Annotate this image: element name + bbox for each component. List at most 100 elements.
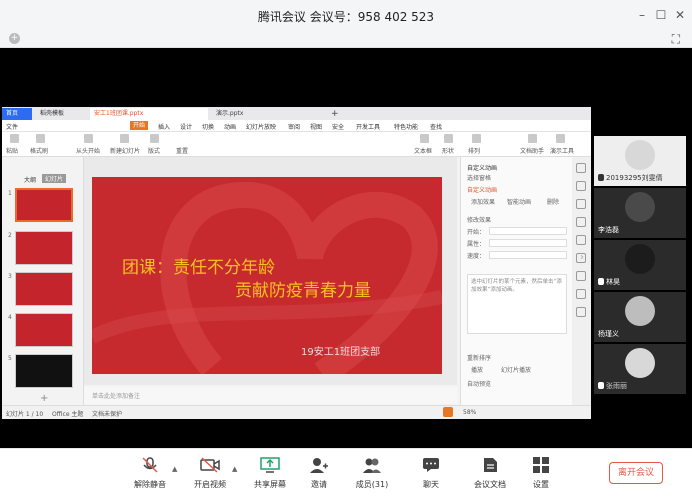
chat-button[interactable]: 聊天 [404, 457, 458, 497]
paste-icon[interactable] [10, 134, 19, 143]
tab-home[interactable]: 首页 [2, 108, 32, 120]
menu-security[interactable]: 安全 [332, 122, 344, 131]
select-pane-link[interactable]: 选择窗格 [467, 173, 491, 182]
menu-design[interactable]: 设计 [180, 122, 192, 131]
property-select[interactable] [489, 239, 567, 247]
menu-transition[interactable]: 切换 [202, 122, 214, 131]
maximize-button[interactable]: ☐ [653, 7, 669, 23]
ribbon-arrange[interactable]: 排列 [468, 146, 480, 155]
custom-anim-title: 自定义动画 [467, 187, 498, 194]
participant-list: 20193295刘雯倩 李浩磊 林昊 杨瑾义 张雨丽 [594, 136, 686, 396]
settings-button[interactable]: 设置 [514, 457, 568, 497]
tab-docer[interactable]: 稻壳模板 [36, 108, 86, 120]
play-slideshow-icon[interactable] [443, 407, 453, 417]
unmute-button[interactable]: 解除静音 [123, 457, 177, 497]
start-label: 开始： [467, 229, 486, 236]
ribbon-reset[interactable]: 重置 [176, 146, 188, 155]
ribbon-paste[interactable]: 粘贴 [6, 146, 18, 155]
notes-area[interactable]: 单击此处添加备注 [84, 387, 457, 404]
ribbon-presentation-tools[interactable]: 演示工具 [550, 146, 574, 155]
shared-wps-window: 首页 稻壳模板 安工1班团课.pptx 演示.pptx + 文件 开始 插入 设… [2, 107, 591, 419]
slide-thumb-4[interactable] [15, 313, 73, 347]
zoom-level[interactable]: 58% [463, 409, 476, 416]
start-select[interactable] [489, 227, 567, 235]
menu-devtools[interactable]: 开发工具 [356, 122, 380, 131]
style-icon[interactable] [576, 181, 586, 191]
slide-thumb-3[interactable] [15, 272, 73, 306]
menu-slideshow[interactable]: 幻灯片放映 [246, 122, 276, 131]
property-icon[interactable] [576, 163, 586, 173]
invite-button[interactable]: 邀请 [292, 457, 346, 497]
start-video-button[interactable]: 开启视频 [183, 457, 237, 497]
slide-thumb-1[interactable] [15, 188, 73, 222]
menu-insert[interactable]: 插入 [158, 122, 170, 131]
close-button[interactable]: ✕ [672, 7, 688, 23]
presentation-tools-icon[interactable] [556, 134, 565, 143]
participant-card[interactable]: 杨瑾义 [594, 292, 686, 342]
transition-icon[interactable] [576, 217, 586, 227]
autopreview-checkbox[interactable]: 自动预览 [467, 379, 491, 388]
ribbon-textbox[interactable]: 文本框 [414, 146, 432, 155]
anim-hint-box: 选中幻灯片的某个元素，然后单击“添加效果”添加动画。 [467, 274, 567, 334]
ribbon-format-painter[interactable]: 格式刷 [30, 146, 48, 155]
menu-home[interactable]: 开始 [130, 121, 149, 130]
current-slide[interactable]: 团课：责任不分年龄 贡献防疫青春力量 19安工1班团支部 [92, 177, 442, 374]
unmute-label: 解除静音 [134, 480, 166, 489]
participant-card[interactable]: 李浩磊 [594, 188, 686, 238]
participant-card[interactable]: 20193295刘雯倩 [594, 136, 686, 186]
slide-thumb-5[interactable] [15, 354, 73, 388]
menu-animation[interactable]: 动画 [224, 122, 236, 131]
leave-meeting-button[interactable]: 离开会议 [609, 462, 663, 484]
members-button[interactable]: 成员(31) [345, 457, 399, 497]
ribbon-play-from-start[interactable]: 从头开始 [76, 146, 100, 155]
arrange-icon[interactable] [472, 134, 481, 143]
menu-view[interactable]: 视图 [310, 122, 322, 131]
menu-features[interactable]: 特色功能 [394, 122, 418, 131]
textbox-icon[interactable] [420, 134, 429, 143]
outline-tab[interactable]: 大纲 [24, 175, 36, 184]
ribbon-layout[interactable]: 版式 [148, 146, 160, 155]
start-video-label: 开启视频 [194, 480, 226, 489]
layout-icon[interactable] [576, 235, 586, 245]
mic-muted-icon [598, 174, 604, 181]
ribbon-new-slide[interactable]: 新建幻灯片 [110, 146, 140, 155]
play-button[interactable]: 播放 [471, 365, 483, 374]
collapse-arrow-icon[interactable]: › [580, 252, 590, 274]
slideshow-button[interactable]: 幻灯片播放 [501, 365, 531, 374]
menu-review[interactable]: 审阅 [288, 122, 300, 131]
layout-icon[interactable] [150, 134, 159, 143]
fullscreen-icon[interactable]: ⛶ [672, 32, 680, 47]
minimize-button[interactable]: – [634, 7, 650, 23]
ribbon-doc-assistant[interactable]: 文档助手 [520, 146, 544, 155]
audio-options-caret-icon[interactable]: ▲ [172, 465, 177, 473]
delete-button[interactable]: 删除 [547, 197, 559, 206]
video-options-caret-icon[interactable]: ▲ [232, 465, 237, 473]
participant-card[interactable]: 张雨丽 [594, 344, 686, 394]
new-tab-button[interactable]: + [327, 108, 339, 120]
tab-demo-pptx[interactable]: 演示.pptx [212, 108, 322, 120]
smart-anim-button[interactable]: 智能动画 [507, 197, 531, 206]
avatar [625, 192, 655, 222]
menu-file[interactable]: 文件 [6, 122, 18, 131]
speed-select[interactable] [489, 251, 567, 259]
share-icon[interactable] [576, 289, 586, 299]
share-screen-button[interactable]: 共享屏幕 [243, 457, 297, 497]
menu-search[interactable]: 查找 [430, 122, 442, 131]
participant-card[interactable]: 林昊 [594, 240, 686, 290]
doc-assistant-icon[interactable] [528, 134, 537, 143]
animation-icon[interactable] [576, 199, 586, 209]
play-from-start-icon[interactable] [84, 134, 93, 143]
participant-name: 20193295刘雯倩 [606, 174, 663, 182]
shape-icon[interactable] [444, 134, 453, 143]
add-effect-button[interactable]: 添加效果 [471, 197, 495, 206]
tab-current-pptx[interactable]: 安工1班团课.pptx [90, 108, 208, 120]
slides-tab[interactable]: 幻灯片 [42, 174, 67, 183]
new-slide-icon[interactable] [120, 134, 129, 143]
ribbon-shape[interactable]: 形状 [442, 146, 454, 155]
info-icon[interactable]: + [9, 33, 20, 44]
add-slide-icon[interactable]: + [40, 393, 48, 404]
format-painter-icon[interactable] [36, 134, 45, 143]
meeting-docs-button[interactable]: 会议文档 [463, 457, 517, 497]
help-icon[interactable] [576, 307, 586, 317]
slide-thumb-2[interactable] [15, 231, 73, 265]
